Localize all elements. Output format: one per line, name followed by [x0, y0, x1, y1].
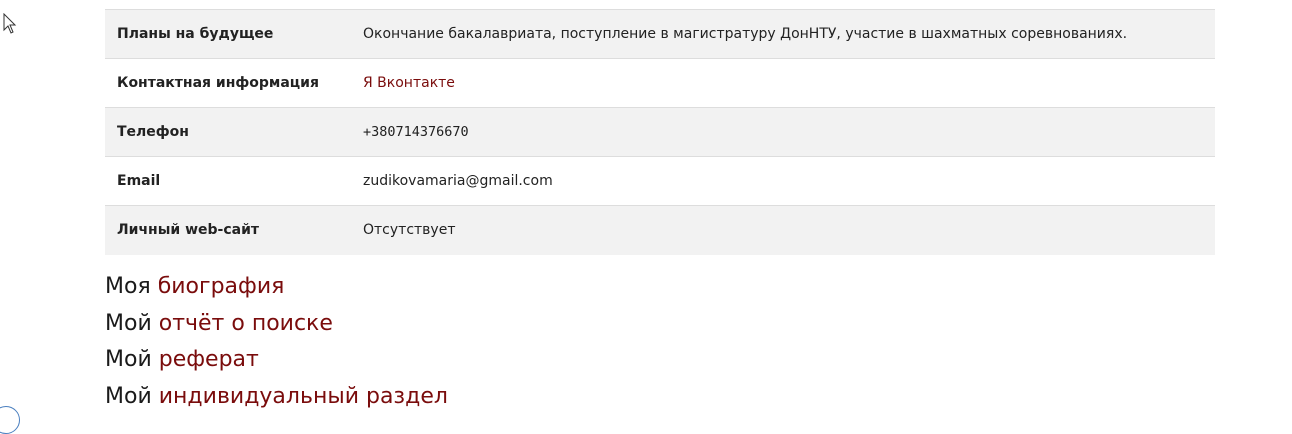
biography-link-row: Моя биография: [105, 269, 448, 306]
table-row-contact-info: Контактная информация Я Вконтакте: [105, 58, 1215, 108]
future-plans-label: Планы на будущее: [105, 9, 351, 59]
individual-section-link[interactable]: индивидуальный раздел: [159, 384, 448, 409]
future-plans-value: Окончание бакалавриата, поступление в ма…: [351, 9, 1215, 59]
biography-link[interactable]: биография: [158, 274, 285, 299]
abstract-link[interactable]: реферат: [159, 347, 259, 372]
email-label: Email: [105, 156, 351, 206]
abstract-link-row: Мой реферат: [105, 342, 448, 379]
search-report-link-row: Мой отчёт о поиске: [105, 306, 448, 343]
search-report-link[interactable]: отчёт о поиске: [159, 311, 333, 336]
table-row-website: Личный web-сайт Отсутствует: [105, 205, 1215, 255]
mouse-pointer-icon: [3, 13, 17, 34]
circle-icon: [0, 406, 20, 434]
table-row-phone: Телефон +380714376670: [105, 107, 1215, 157]
link-prefix: Мой: [105, 347, 152, 372]
website-value: Отсутствует: [351, 205, 1215, 255]
contact-info-value: Я Вконтакте: [351, 58, 1215, 108]
vkontakte-link[interactable]: Я Вконтакте: [363, 75, 455, 91]
phone-value: +380714376670: [351, 107, 1215, 157]
individual-section-link-row: Мой индивидуальный раздел: [105, 379, 448, 416]
link-prefix: Мой: [105, 310, 152, 336]
phone-label: Телефон: [105, 107, 351, 157]
email-value: zudikovamaria@gmail.com: [351, 156, 1215, 206]
website-label: Личный web-сайт: [105, 205, 351, 255]
link-prefix: Моя: [105, 274, 151, 299]
link-prefix: Мой: [105, 383, 152, 409]
table-row-future-plans: Планы на будущее Окончание бакалавриата,…: [105, 9, 1215, 59]
personal-info-table: Планы на будущее Окончание бакалавриата,…: [105, 9, 1215, 255]
contact-info-label: Контактная информация: [105, 58, 351, 108]
table-row-email: Email zudikovamaria@gmail.com: [105, 156, 1215, 206]
section-links: Моя биография Мой отчёт о поиске Мой реф…: [105, 269, 448, 415]
